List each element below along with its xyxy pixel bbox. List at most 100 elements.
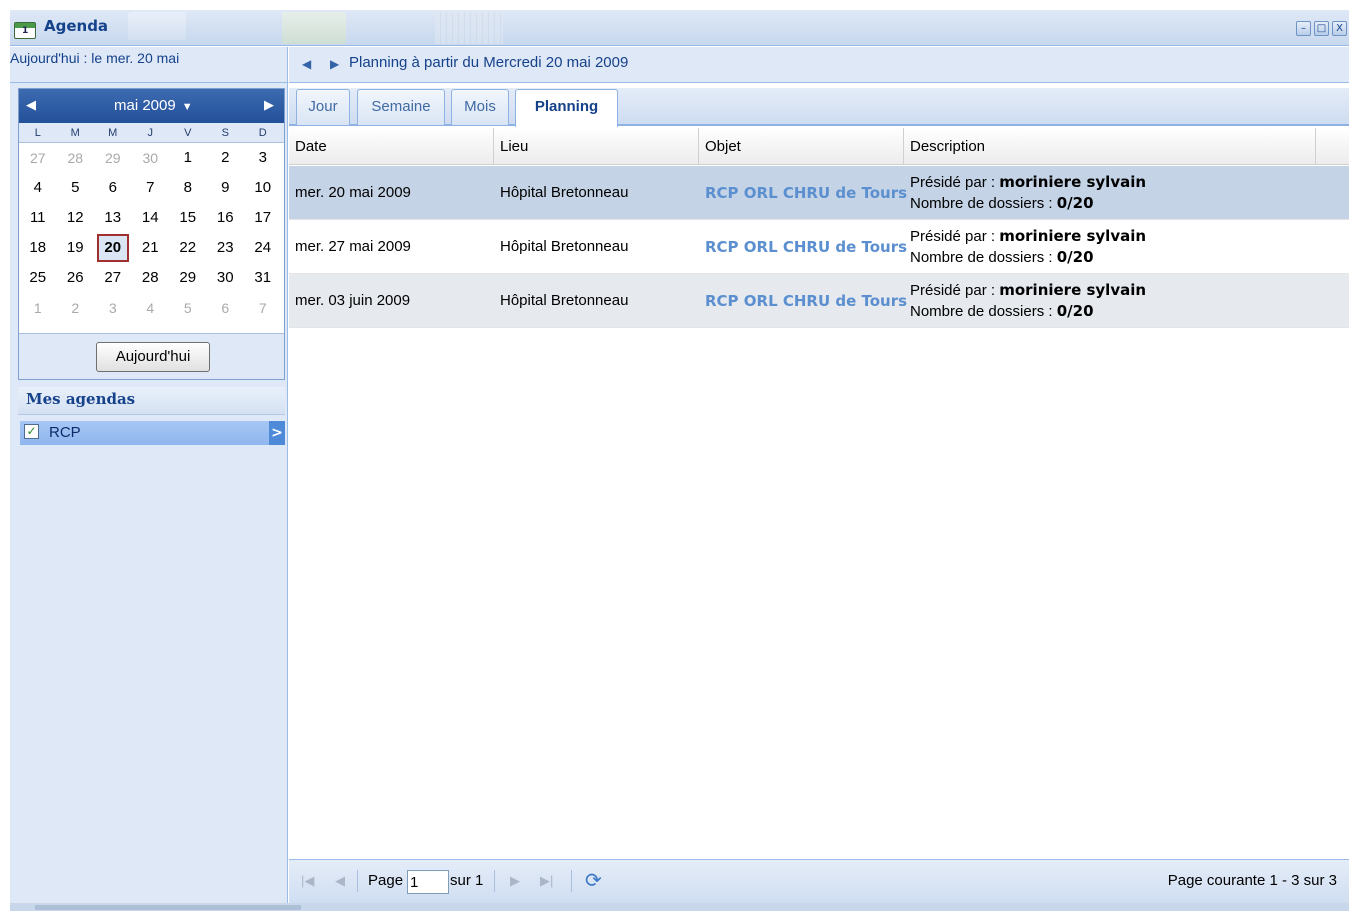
calendar-day[interactable]: 18	[19, 233, 57, 263]
cell-date: mer. 03 juin 2009	[295, 292, 411, 309]
cell-lieu: Hôpital Bretonneau	[500, 238, 629, 255]
page-label: Page	[368, 872, 404, 889]
calendar-day[interactable]: 3	[244, 143, 282, 173]
desc-label: Nombre de dossiers :	[910, 249, 1057, 266]
chevron-right-icon[interactable]: >	[269, 421, 285, 445]
calendar-day[interactable]: 19	[57, 233, 95, 263]
grid-header: Date Lieu Objet Description	[289, 128, 1349, 165]
today-button[interactable]: Aujourd'hui	[96, 342, 210, 372]
calendar-day[interactable]: 12	[57, 203, 95, 233]
prev-page-icon[interactable]: ◀	[335, 873, 345, 889]
scrollbar-thumb[interactable]	[35, 905, 301, 910]
cell-objet-link[interactable]: RCP ORL CHRU de Tours	[705, 166, 907, 220]
calendar-day[interactable]: 30	[207, 263, 245, 293]
column-header-date[interactable]: Date	[289, 128, 494, 165]
column-header-objet[interactable]: Objet	[699, 128, 904, 165]
agenda-checkbox[interactable]: ✓	[24, 424, 39, 439]
next-month-arrow-icon[interactable]: ▶	[264, 97, 274, 113]
horizontal-scrollbar[interactable]	[10, 903, 1349, 911]
calendar-day[interactable]: 10	[244, 173, 282, 203]
calendar-day[interactable]: 7	[132, 173, 170, 203]
calendar-days: 27 28 29 30 1 2 3 4 5 6 7 8 9 10 11 12 1…	[19, 143, 284, 323]
minimize-button[interactable]: –	[1296, 21, 1311, 36]
month-selector[interactable]: mai 2009 ▼	[114, 97, 193, 114]
calendar-day[interactable]: 15	[169, 203, 207, 233]
weekday-label: S	[221, 127, 229, 139]
calendar-day[interactable]: 2	[207, 143, 245, 173]
calendar-day[interactable]: 23	[207, 233, 245, 263]
prev-period-arrow-icon[interactable]: ◀	[302, 57, 311, 71]
desc-label: Présidé par :	[910, 174, 1000, 191]
next-period-arrow-icon[interactable]: ▶	[330, 57, 339, 71]
table-row[interactable]: mer. 03 juin 2009 Hôpital Bretonneau RCP…	[289, 274, 1349, 328]
calendar-day[interactable]: 9	[207, 173, 245, 203]
column-header-description[interactable]: Description	[904, 128, 1316, 165]
month-label: mai 2009	[114, 97, 176, 114]
calendar-day[interactable]: 17	[244, 203, 282, 233]
calendar-day[interactable]: 28	[132, 263, 170, 293]
calendar-day[interactable]: 4	[132, 293, 170, 323]
view-tabs	[289, 88, 1349, 126]
window-title: Agenda	[44, 17, 109, 35]
maximize-button[interactable]: □	[1314, 21, 1329, 36]
calendar-day[interactable]: 1	[169, 143, 207, 173]
planning-grid: Date Lieu Objet Description mer. 20 mai …	[289, 128, 1349, 859]
calendar-day[interactable]: 21	[132, 233, 170, 263]
calendar-day-selected[interactable]: 20	[97, 234, 129, 262]
cell-description: Présidé par : moriniere sylvain Nombre d…	[910, 226, 1146, 280]
last-page-icon[interactable]: ▶|	[540, 873, 553, 889]
calendar-day[interactable]: 14	[132, 203, 170, 233]
calendar-day[interactable]: 25	[19, 263, 57, 293]
tab-jour[interactable]: Jour	[296, 89, 350, 125]
desc-dossiers: 0/20	[1056, 302, 1094, 320]
column-header-lieu[interactable]: Lieu	[494, 128, 699, 165]
calendar-day[interactable]: 29	[169, 263, 207, 293]
prev-month-arrow-icon[interactable]: ◀	[26, 97, 36, 113]
calendar-day[interactable]: 13	[94, 203, 132, 233]
calendar-day[interactable]: 31	[244, 263, 282, 293]
calendar-day[interactable]: 22	[169, 233, 207, 263]
calendar-day[interactable]: 27	[19, 143, 57, 173]
cell-objet-link[interactable]: RCP ORL CHRU de Tours	[705, 220, 907, 274]
calendar-day[interactable]: 30	[132, 143, 170, 173]
calendar-day[interactable]: 5	[169, 293, 207, 323]
cell-date: mer. 20 mai 2009	[295, 184, 411, 201]
tab-planning[interactable]: Planning	[515, 89, 618, 127]
calendar-day[interactable]: 2	[57, 293, 95, 323]
agenda-item-label: RCP	[49, 424, 81, 441]
desc-president: moriniere sylvain	[999, 173, 1147, 191]
calendar-day[interactable]: 8	[169, 173, 207, 203]
weekday-label: M	[70, 127, 80, 139]
refresh-icon[interactable]: ⟳	[585, 868, 602, 893]
calendar-day[interactable]: 5	[57, 173, 95, 203]
calendar-day[interactable]: 27	[94, 263, 132, 293]
calendar-day[interactable]: 16	[207, 203, 245, 233]
calendar-day[interactable]: 6	[94, 173, 132, 203]
calendar-day[interactable]: 6	[207, 293, 245, 323]
calendar-day[interactable]: 7	[244, 293, 282, 323]
tab-mois[interactable]: Mois	[451, 89, 509, 125]
calendar-day[interactable]: 11	[19, 203, 57, 233]
weekday-header: L M M J V S D	[19, 123, 284, 143]
table-row[interactable]: mer. 27 mai 2009 Hôpital Bretonneau RCP …	[289, 220, 1349, 274]
table-row[interactable]: mer. 20 mai 2009 Hôpital Bretonneau RCP …	[289, 166, 1349, 220]
agenda-item-rcp[interactable]: ✓ RCP >	[20, 421, 285, 445]
calendar-day[interactable]: 29	[94, 143, 132, 173]
calendar-day[interactable]: 24	[244, 233, 282, 263]
calendar-day[interactable]: 3	[94, 293, 132, 323]
calendar-day[interactable]: 4	[19, 173, 57, 203]
cell-objet-link[interactable]: RCP ORL CHRU de Tours	[705, 274, 907, 328]
window-titlebar: Agenda – □ X	[10, 10, 1349, 46]
desc-label: Présidé par :	[910, 228, 1000, 245]
today-label: Aujourd'hui : le mer. 20 mai	[10, 50, 180, 66]
close-button[interactable]: X	[1332, 21, 1347, 36]
tab-semaine[interactable]: Semaine	[357, 89, 445, 125]
planning-title: Planning à partir du Mercredi 20 mai 200…	[349, 54, 629, 71]
calendar-day[interactable]: 28	[57, 143, 95, 173]
calendar-day[interactable]: 26	[57, 263, 95, 293]
page-count-label: sur 1	[450, 872, 484, 889]
first-page-icon[interactable]: |◀	[301, 873, 314, 889]
page-number-input[interactable]	[407, 870, 449, 894]
next-page-icon[interactable]: ▶	[510, 873, 520, 889]
calendar-day[interactable]: 1	[19, 293, 57, 323]
